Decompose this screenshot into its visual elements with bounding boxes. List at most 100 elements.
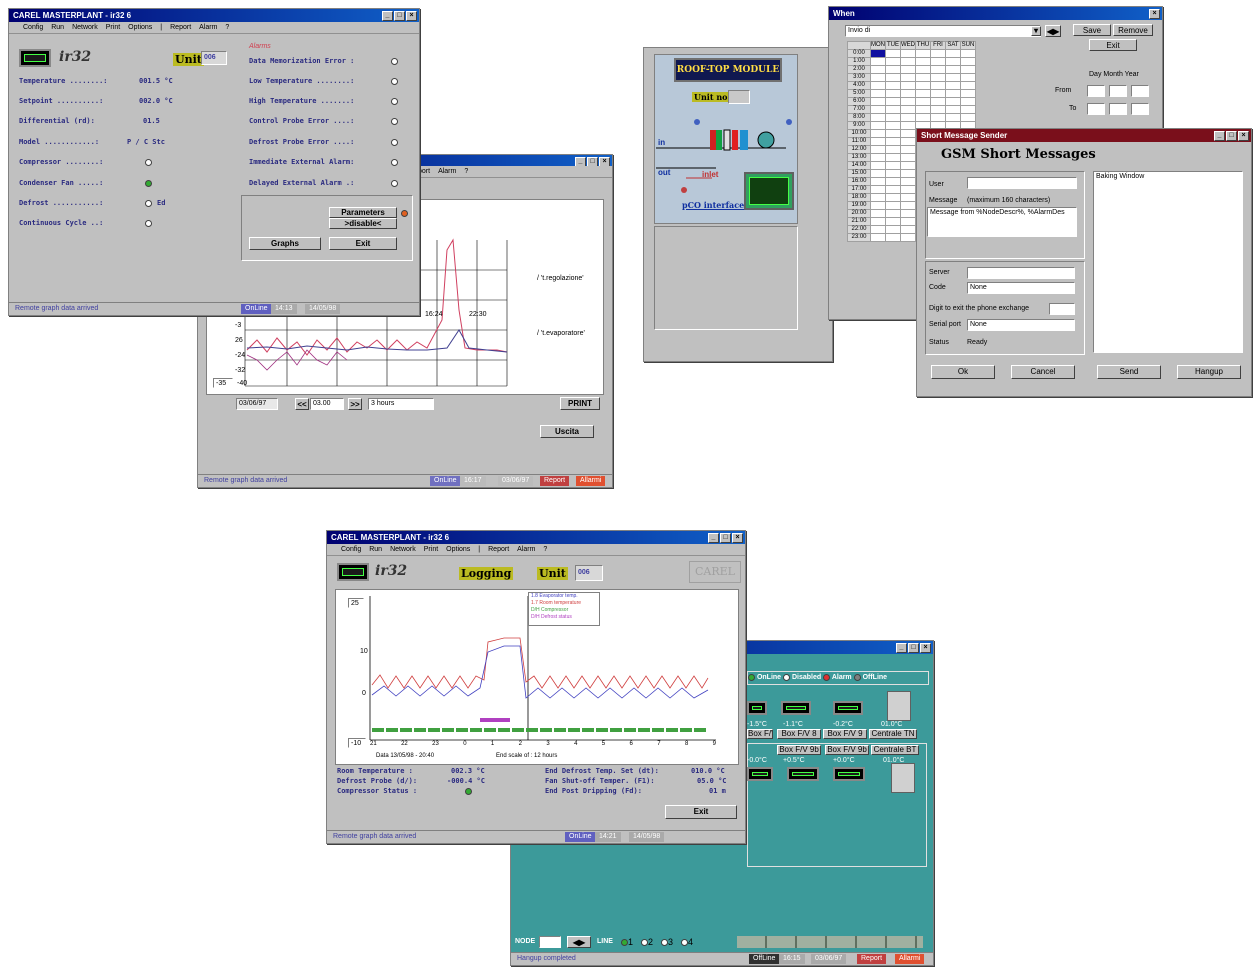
node-label[interactable]: Box F/V 7	[747, 729, 773, 739]
schedule-cell[interactable]	[900, 81, 916, 90]
schedule-cell[interactable]	[945, 97, 961, 106]
schedule-cell[interactable]	[960, 113, 976, 122]
schedule-cell[interactable]	[915, 57, 931, 66]
schedule-cell[interactable]	[885, 217, 901, 226]
minimize-icon[interactable]: _	[896, 643, 907, 653]
schedule-cell[interactable]	[885, 201, 901, 210]
schedule-cell[interactable]	[900, 49, 916, 58]
schedule-cell[interactable]	[900, 225, 916, 234]
schedule-cell[interactable]	[900, 193, 916, 202]
schedule-cell[interactable]	[915, 49, 931, 58]
menu-alarm[interactable]: Alarm	[438, 166, 456, 177]
schedule-cell[interactable]	[930, 81, 946, 90]
code-select[interactable]: None	[967, 282, 1075, 294]
schedule-cell[interactable]	[885, 121, 901, 130]
prev-button[interactable]: <<	[295, 398, 309, 410]
schedule-cell[interactable]	[945, 65, 961, 74]
schedule-cell[interactable]	[870, 113, 886, 122]
schedule-cell[interactable]	[900, 161, 916, 170]
side-text-area[interactable]: Baking Window	[1093, 171, 1243, 353]
controller-icon[interactable]	[833, 701, 863, 715]
schedule-cell[interactable]	[870, 65, 886, 74]
schedule-cell[interactable]	[945, 89, 961, 98]
close-icon[interactable]: ×	[599, 157, 610, 166]
day-header[interactable]: FRI	[930, 41, 946, 50]
schedule-cell[interactable]	[930, 73, 946, 82]
schedule-cell[interactable]	[870, 57, 886, 66]
schedule-cell[interactable]	[885, 57, 901, 66]
terminal-icon[interactable]	[887, 691, 911, 721]
minimize-icon[interactable]: _	[708, 533, 719, 543]
schedule-cell[interactable]	[885, 225, 901, 234]
schedule-select[interactable]: Invio di	[845, 25, 1041, 37]
node-arrows-icon[interactable]: ◀▶	[567, 936, 591, 948]
controller-icon[interactable]	[747, 767, 773, 781]
message-field[interactable]: Message from %NodeDescr%, %AlarmDes	[927, 207, 1077, 237]
unit-field[interactable]: 006	[575, 565, 603, 581]
schedule-cell[interactable]	[870, 201, 886, 210]
menu-run[interactable]: Run	[369, 544, 382, 555]
schedule-cell[interactable]	[885, 161, 901, 170]
schedule-cell[interactable]	[870, 161, 886, 170]
schedule-cell[interactable]	[960, 81, 976, 90]
schedule-cell[interactable]	[885, 105, 901, 114]
schedule-cell[interactable]	[930, 65, 946, 74]
day-header[interactable]: WED	[900, 41, 916, 50]
line-radio-1[interactable]: 1	[621, 937, 633, 947]
line-radio-3[interactable]: 3	[661, 937, 673, 947]
next-button[interactable]: >>	[348, 398, 362, 410]
schedule-cell[interactable]	[945, 81, 961, 90]
menu-help[interactable]: ?	[225, 22, 229, 33]
y-min-field[interactable]: -35	[213, 378, 233, 388]
schedule-cell[interactable]	[960, 105, 976, 114]
node-label[interactable]: Box F/V 9b	[825, 745, 869, 755]
schedule-cell[interactable]	[930, 113, 946, 122]
remove-button[interactable]: Remove	[1113, 24, 1153, 36]
terminal-icon[interactable]	[891, 763, 915, 793]
schedule-cell[interactable]	[885, 129, 901, 138]
node-slot-strip[interactable]	[737, 936, 923, 948]
day-header[interactable]: MON	[870, 41, 886, 50]
exit-button[interactable]: Uscita	[540, 425, 594, 438]
send-button[interactable]: Send	[1097, 365, 1161, 379]
schedule-cell[interactable]	[870, 137, 886, 146]
user-field[interactable]	[967, 177, 1077, 189]
schedule-cell[interactable]	[885, 145, 901, 154]
schedule-cell[interactable]	[870, 105, 886, 114]
maximize-icon[interactable]: □	[720, 533, 731, 543]
navigate-arrows-icon[interactable]: ◀▶	[1045, 25, 1061, 37]
schedule-cell[interactable]	[870, 145, 886, 154]
schedule-cell[interactable]	[930, 49, 946, 58]
day-header[interactable]: TUE	[885, 41, 901, 50]
alarm-badge[interactable]: Allarmi	[576, 476, 606, 486]
schedule-cell[interactable]	[885, 193, 901, 202]
schedule-cell[interactable]	[930, 97, 946, 106]
node-label[interactable]: Box F/V 9b	[777, 745, 821, 755]
menu-run[interactable]: Run	[51, 22, 64, 33]
schedule-cell[interactable]	[885, 169, 901, 178]
schedule-cell[interactable]	[885, 233, 901, 242]
ok-button[interactable]: Ok	[931, 365, 995, 379]
schedule-titlebar[interactable]: When ×	[829, 7, 1162, 20]
schedule-cell[interactable]	[945, 57, 961, 66]
schedule-cell[interactable]	[900, 169, 916, 178]
close-icon[interactable]: ×	[920, 643, 931, 653]
schedule-cell[interactable]	[915, 81, 931, 90]
pco-interface-link[interactable]: pCO interface	[682, 200, 744, 210]
to-month-field[interactable]	[1109, 103, 1127, 115]
schedule-cell[interactable]	[960, 57, 976, 66]
schedule-cell[interactable]	[900, 217, 916, 226]
schedule-cell[interactable]	[900, 73, 916, 82]
schedule-cell[interactable]	[885, 73, 901, 82]
minimize-icon[interactable]: _	[575, 157, 586, 166]
menu-report[interactable]: Report	[170, 22, 191, 33]
schedule-cell[interactable]	[885, 89, 901, 98]
menu-options[interactable]: Options	[128, 22, 152, 33]
schedule-cell[interactable]	[945, 73, 961, 82]
node-label[interactable]: Box F/V 8	[777, 729, 821, 739]
to-day-field[interactable]	[1087, 103, 1105, 115]
maximize-icon[interactable]: □	[587, 157, 598, 166]
menu-alarm[interactable]: Alarm	[517, 544, 535, 555]
menu-options[interactable]: Options	[446, 544, 470, 555]
unit-field[interactable]: 006	[201, 51, 227, 65]
